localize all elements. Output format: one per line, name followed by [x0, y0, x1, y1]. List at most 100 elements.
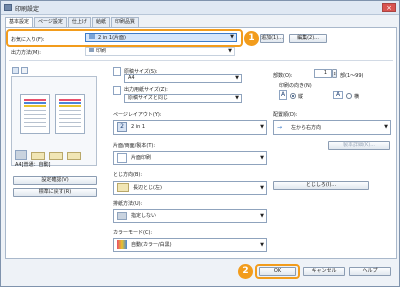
favorites-icon	[89, 34, 95, 39]
settings-check-button[interactable]: 設定確認(V)	[13, 176, 97, 185]
preview-text-line	[59, 110, 81, 111]
chevron-down-icon: ▼	[228, 48, 232, 54]
page-order-value: 左から右方向	[291, 125, 322, 131]
copies-label: 部数(O):	[273, 73, 293, 79]
chevron-down-icon: ▼	[260, 155, 264, 161]
paper-output-label: 排紙方法(U):	[113, 201, 143, 207]
paper-tray-icon	[49, 152, 63, 160]
output-size-value: 原稿サイズと同じ	[128, 95, 168, 101]
paper-tray-icon	[67, 152, 81, 160]
page-layout-select[interactable]: 2 2 in 1 ▼	[113, 120, 267, 135]
page-preview-icon[interactable]	[12, 67, 19, 74]
preview-caption: A4[普通：自動]	[15, 162, 51, 168]
page-layout-icon: 2	[117, 122, 127, 132]
binding-label: とじ方向(B):	[113, 172, 143, 178]
print-settings-window: 印刷設定 × 基本設定 ページ設定 仕上げ 給紙 印刷品質 お気に入り(F): …	[0, 0, 400, 287]
duplex-icon	[117, 152, 127, 163]
original-size-icon	[113, 67, 121, 76]
preview-color-bar	[24, 99, 46, 101]
preview-page-left	[20, 94, 50, 134]
tab-print-quality[interactable]: 印刷品質	[110, 17, 139, 27]
cancel-button[interactable]: キャンセル	[303, 267, 345, 276]
color-mode-select[interactable]: 自動(カラー/白黒) ▼	[113, 238, 267, 252]
printer-preview-icon[interactable]	[21, 67, 28, 74]
preview-text-line	[59, 118, 81, 119]
chevron-down-icon: ▼	[384, 124, 388, 130]
page-layout-label: ページレイアウト(Y):	[113, 112, 162, 118]
color-mode-value: 自動(カラー/白黒)	[131, 242, 172, 248]
output-size-label: 出力用紙サイズ(Z):	[124, 87, 168, 93]
tab-finishing[interactable]: 仕上げ	[67, 17, 91, 27]
copies-spinner[interactable]: ⇕	[332, 69, 337, 78]
duplex-value: 片面印刷	[131, 155, 152, 161]
copies-range: 部(1〜99)	[340, 73, 364, 79]
preview-color-bar	[24, 102, 46, 104]
print-icon	[89, 48, 94, 52]
callout-badge-2: 2	[238, 264, 253, 279]
printer-icon	[15, 150, 27, 160]
portrait-radio[interactable]	[290, 93, 296, 99]
original-size-select[interactable]: A4 ▼	[124, 74, 242, 83]
preview-color-bar	[59, 102, 81, 104]
chevron-down-icon: ▼	[260, 185, 264, 191]
window-title: 印刷設定	[15, 6, 40, 13]
separator	[9, 60, 393, 61]
help-button[interactable]: ヘルプ	[349, 267, 391, 276]
preview-text-line	[59, 126, 81, 127]
favorites-value: 2 in 1(片面)	[98, 35, 127, 41]
output-size-icon	[113, 86, 121, 95]
copies-input[interactable]: 1	[314, 69, 332, 78]
paper-output-value: 指定しない	[131, 213, 157, 219]
color-mode-icon	[117, 240, 127, 249]
preview-page-right	[55, 94, 85, 134]
favorites-add-button[interactable]: 追加(1)...	[260, 34, 284, 43]
preview-text-line	[24, 126, 46, 127]
output-size-select[interactable]: 原稿サイズと同じ ▼	[124, 94, 242, 103]
portrait-label: 縦	[298, 94, 304, 100]
copies-value: 1	[323, 70, 327, 76]
page-layout-value: 2 in 1	[131, 124, 146, 130]
tab-strip: 基本設定 ページ設定 仕上げ 給紙 印刷品質	[5, 17, 140, 28]
output-method-select[interactable]: 印刷 ▼	[85, 47, 235, 56]
duplex-select[interactable]: 片面印刷 ▼	[113, 151, 267, 165]
landscape-radio[interactable]	[346, 93, 352, 99]
favorites-edit-button[interactable]: 編集(2)...	[289, 34, 327, 43]
chevron-down-icon: ▼	[260, 124, 264, 130]
binding-margin-button[interactable]: とじしろ(I)...	[273, 181, 369, 190]
favorites-label: お気に入り(F):	[11, 37, 45, 43]
restore-default-button[interactable]: 標準に戻す(R)	[13, 188, 97, 197]
favorites-select[interactable]: 2 in 1(片面) ▼	[85, 33, 237, 42]
landscape-icon: A	[333, 91, 343, 99]
tab-paper-feed[interactable]: 給紙	[91, 17, 110, 27]
tab-page-setup[interactable]: ページ設定	[34, 17, 67, 27]
paper-tray-icon	[31, 152, 45, 160]
binding-select[interactable]: 長辺とじ(左) ▼	[113, 181, 267, 195]
original-size-value: A4	[128, 75, 135, 81]
preview-text-line	[59, 114, 81, 115]
duplex-label: 片面/両面/製本(T):	[113, 143, 156, 149]
booklet-detail-button[interactable]: 製本詳細(K)...	[328, 141, 390, 150]
chevron-down-icon: ▼	[235, 75, 239, 81]
ok-button[interactable]: OK	[259, 267, 296, 276]
output-method-value: 印刷	[96, 48, 107, 54]
preview-mode-icons	[12, 67, 32, 74]
preview-text-line	[24, 118, 46, 119]
page-order-select[interactable]: → 左から右方向 ▼	[273, 120, 391, 135]
callout-badge-1: 1	[244, 31, 259, 46]
portrait-icon: A	[279, 90, 287, 100]
chevron-down-icon: ▼	[230, 34, 234, 40]
preview-text-line	[59, 122, 81, 123]
printer-icon	[4, 4, 12, 11]
paper-output-select[interactable]: 指定しない ▼	[113, 209, 267, 223]
chevron-down-icon: ▼	[260, 213, 264, 219]
page-order-label: 配置順(D):	[273, 112, 298, 118]
landscape-label: 横	[354, 94, 360, 100]
binding-value: 長辺とじ(左)	[133, 185, 162, 191]
preview-text-line	[24, 110, 46, 111]
paper-output-icon	[117, 211, 127, 220]
color-mode-label: カラーモード(C):	[113, 230, 153, 236]
title-bar: 印刷設定 ×	[1, 1, 399, 15]
preview-color-bar	[59, 99, 81, 101]
close-button[interactable]: ×	[382, 3, 396, 12]
output-method-label: 出力方法(M):	[11, 50, 41, 56]
